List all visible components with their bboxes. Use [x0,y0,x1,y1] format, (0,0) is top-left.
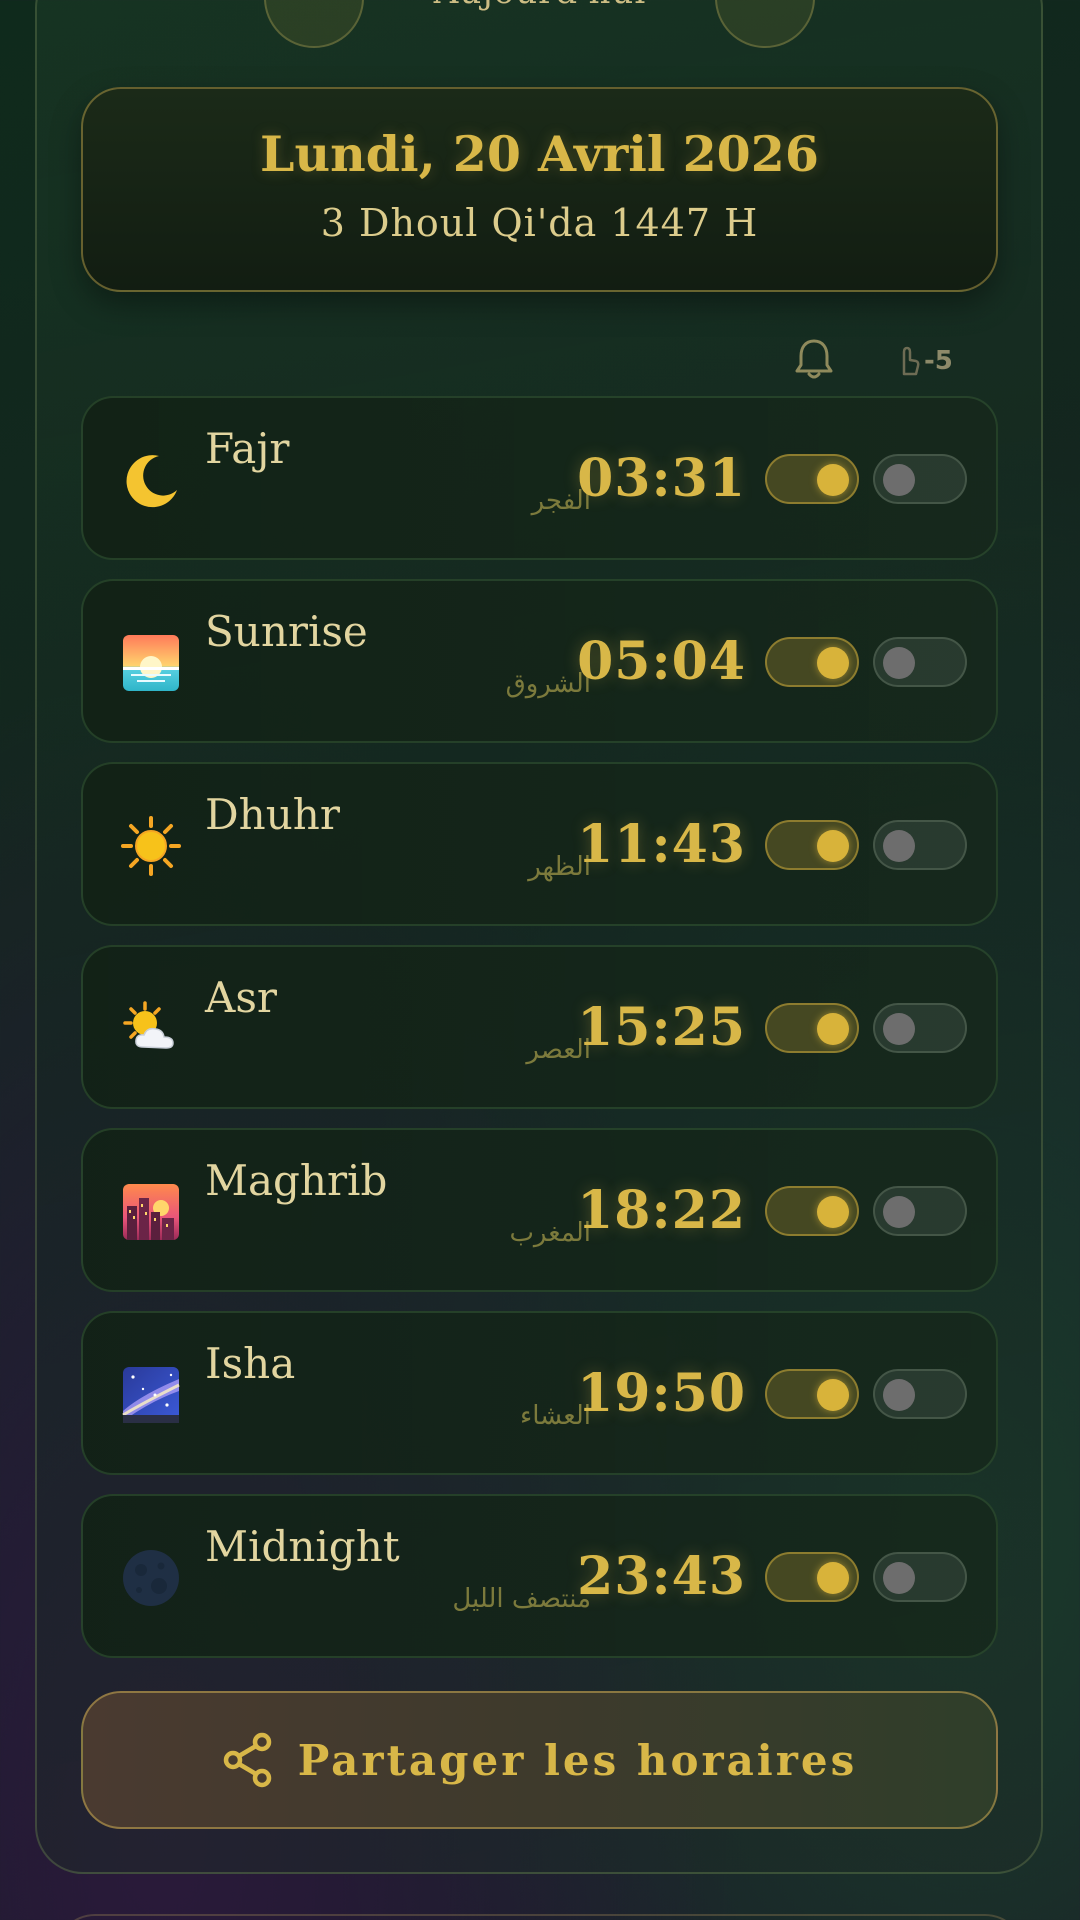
toggle-knob [883,830,915,862]
prayer-name: Fajr [205,424,290,473]
notification-toggle[interactable] [765,1552,859,1602]
prayer-name: Maghrib [205,1156,388,1205]
new-moon-icon [121,1548,181,1608]
prayer-time: 15:25 [577,997,746,1058]
toggle-knob [883,1013,915,1045]
prayer-time: 23:43 [577,1546,746,1607]
prayer-arabic-name: منتصف الليل [452,1584,591,1614]
share-times-button[interactable]: Partager les horaires [81,1691,998,1829]
prayer-time: 03:31 [577,448,746,509]
toggle-knob [883,1379,915,1411]
date-card: Lundi, 20 Avril 2026 3 Dhoul Qi'da 1447 … [81,87,998,292]
next-card-edge [55,1914,1025,1920]
sun-behind-cloud-icon [121,999,181,1059]
prayer-time: 19:50 [577,1363,746,1424]
toggle-knob [817,1562,849,1594]
prayer-row-asr: Asr العصر 15:25 [81,945,998,1109]
hand-pointer-icon [902,346,920,376]
share-icon [223,1732,271,1788]
toggle-knob [883,647,915,679]
sunrise-icon [121,633,181,693]
adjustment-toggle[interactable] [873,454,967,504]
gregorian-date: Lundi, 20 Avril 2026 [260,125,819,183]
toggle-knob [817,464,849,496]
city-sunset-icon [121,1182,181,1242]
notification-toggle[interactable] [765,1003,859,1053]
notification-toggle[interactable] [765,637,859,687]
adjustment-header: -5 [896,344,953,378]
adjustment-toggle[interactable] [873,637,967,687]
notification-toggle[interactable] [765,820,859,870]
prayer-name: Asr [205,973,277,1022]
crescent-moon-icon [121,450,181,510]
adjustment-toggle[interactable] [873,820,967,870]
prayer-time: 18:22 [577,1180,746,1241]
adjustment-toggle[interactable] [873,1186,967,1236]
prayer-name: Midnight [205,1522,400,1571]
hijri-date: 3 Dhoul Qi'da 1447 H [320,201,759,245]
prayer-row-dhuhr: Dhuhr الظهر 11:43 [81,762,998,926]
adjustment-toggle[interactable] [873,1369,967,1419]
toggle-knob [883,1562,915,1594]
day-label: Aujourd'hui [340,0,740,12]
share-label: Partager les horaires [297,1735,858,1785]
prayer-time: 05:04 [577,631,746,692]
adjustment-toggle[interactable] [873,1552,967,1602]
notification-toggle[interactable] [765,454,859,504]
toggle-knob [883,464,915,496]
adjustment-toggle[interactable] [873,1003,967,1053]
prayer-row-fajr: Fajr الفجر 03:31 [81,396,998,560]
prayer-name: Sunrise [205,607,368,656]
prayer-row-isha: Isha العشاء 19:50 [81,1311,998,1475]
prayer-row-sunrise: Sunrise الشروق 05:04 [81,579,998,743]
prayer-name: Dhuhr [205,790,340,839]
sun-icon [121,816,181,876]
toggle-knob [817,1379,849,1411]
notification-toggle[interactable] [765,1369,859,1419]
toggle-knob [817,1196,849,1228]
adjustment-value: -5 [924,346,953,376]
prayer-row-midnight: Midnight منتصف الليل 23:43 [81,1494,998,1658]
prayer-row-maghrib: Maghrib المغرب 18:22 [81,1128,998,1292]
toggle-knob [883,1196,915,1228]
toggle-knob [817,647,849,679]
bell-icon [792,336,836,382]
prayer-time: 11:43 [577,814,746,875]
prayer-name: Isha [205,1339,296,1388]
milky-way-icon [121,1365,181,1425]
toggle-knob [817,1013,849,1045]
toggle-knob [817,830,849,862]
notification-toggle[interactable] [765,1186,859,1236]
